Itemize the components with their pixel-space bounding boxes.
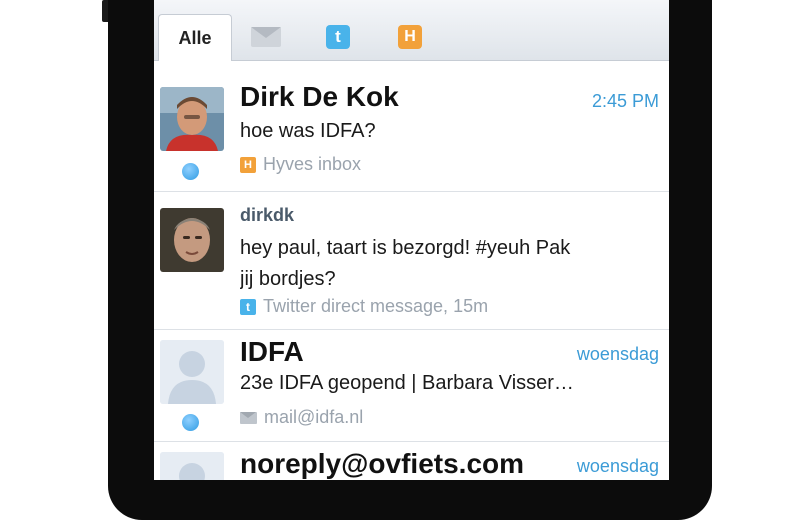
message-time: 2:45 PM <box>591 91 659 111</box>
app-screen: Alle t H Dirk De Kok 2:45 PM hoe was IDF… <box>154 0 669 480</box>
message-time: woensdag <box>576 456 659 476</box>
message-source-label: Hyves inbox <box>263 154 362 174</box>
default-avatar <box>160 452 224 480</box>
message-row[interactable]: IDFA woensdag 23e IDFA geopend | Barbara… <box>154 330 669 442</box>
hyves-icon: H <box>398 25 422 49</box>
mail-icon <box>251 27 281 47</box>
sender-handle: dirkdk <box>240 205 295 225</box>
sender-name: IDFA <box>240 336 304 367</box>
message-row[interactable]: Dirk De Kok 2:45 PM hoe was IDFA? H Hyve… <box>154 61 669 192</box>
unread-indicator <box>182 414 199 431</box>
twitter-icon: t <box>326 25 350 49</box>
unread-indicator <box>182 163 199 180</box>
message-source-label: mail@idfa.nl <box>264 407 364 427</box>
twitter-icon: t <box>240 298 256 315</box>
message-text: hoe was IDFA? <box>240 120 376 142</box>
message-row[interactable]: noreply@ovfiets.com woensdag <box>154 442 669 480</box>
message-source: mail@idfa.nl <box>240 407 363 428</box>
message-source: t Twitter direct message, 15m <box>240 296 488 317</box>
message-text: 23e IDFA geopend | Barbara Visser… <box>240 372 574 394</box>
tab-all[interactable]: Alle <box>158 14 232 62</box>
avatar <box>160 87 224 151</box>
tab-twitter[interactable]: t <box>316 14 360 60</box>
sender-name: Dirk De Kok <box>240 81 399 112</box>
message-source: H Hyves inbox <box>240 154 361 175</box>
message-row[interactable]: dirkdk hey paul, taart is bezorgd! #yeuh… <box>154 192 669 330</box>
filter-tab-bar: Alle t H <box>154 0 669 62</box>
message-source-label: Twitter direct message, 15m <box>263 296 489 316</box>
mail-icon <box>240 411 257 424</box>
message-time: woensdag <box>576 344 659 364</box>
sender-name: noreply@ovfiets.com <box>240 448 525 479</box>
tab-hyves[interactable]: H <box>388 14 432 60</box>
message-text-line-2: jij bordjes? <box>240 268 336 290</box>
avatar <box>160 208 224 272</box>
message-text-line-1: hey paul, taart is bezorgd! #yeuh Pak <box>240 237 571 259</box>
tab-all-label: Alle <box>178 28 212 48</box>
hyves-icon: H <box>240 156 256 173</box>
default-avatar <box>160 340 224 404</box>
tab-mail[interactable] <box>244 14 288 60</box>
